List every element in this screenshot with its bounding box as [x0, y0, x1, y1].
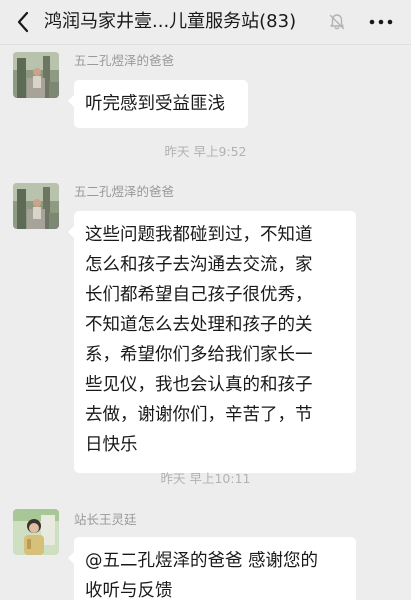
- more-options-button[interactable]: [362, 8, 400, 36]
- message-item: 站长王灵廷 @五二孔煜泽的爸爸 感谢您的 收听与反馈: [0, 509, 411, 600]
- message-bubble[interactable]: @五二孔煜泽的爸爸 感谢您的 收听与反馈: [68, 537, 356, 600]
- sender-name: 五二孔煜泽的爸爸: [74, 184, 175, 199]
- sender-name: 站长王灵廷: [74, 512, 137, 527]
- more-dots-icon: [369, 19, 393, 25]
- message-item: 五二孔煜泽的爸爸 听完感到受益匪浅: [0, 52, 411, 128]
- avatar-photo-outdoor: [13, 52, 59, 98]
- sender-name: 五二孔煜泽的爸爸: [74, 53, 175, 68]
- message-line: 日快乐: [85, 435, 138, 455]
- chat-title: 鸿润马家井壹...儿童服务站(83): [44, 11, 297, 32]
- message-line: 收听与反馈: [85, 581, 173, 600]
- message-line: 怎么和孩子去沟通去交流，家: [85, 255, 313, 275]
- message-item: 五二孔煜泽的爸爸 这些问题我都碰到过，不知道 怎么和孩子去沟通去交流，家 长们都…: [0, 183, 411, 473]
- message-line: 长们都希望自己孩子很优秀，: [85, 285, 313, 305]
- message-text: 听完感到受益匪浅: [85, 94, 225, 114]
- avatar-photo-outdoor: [13, 183, 59, 229]
- message-line: 这些问题我都碰到过，不知道: [85, 225, 313, 245]
- avatar[interactable]: [13, 509, 59, 555]
- avatar[interactable]: [13, 183, 59, 229]
- avatar[interactable]: [13, 52, 59, 98]
- message-bubble[interactable]: 听完感到受益匪浅: [68, 80, 248, 128]
- message-line: @五二孔煜泽的爸爸 感谢您的: [85, 551, 319, 571]
- chevron-left-icon: [17, 11, 29, 33]
- timestamp: 昨天 早上9:52: [164, 144, 247, 159]
- mute-bell-icon: [329, 14, 345, 30]
- avatar-photo-person: [13, 509, 59, 555]
- message-bubble[interactable]: 这些问题我都碰到过，不知道 怎么和孩子去沟通去交流，家 长们都希望自己孩子很优秀…: [68, 211, 356, 473]
- chat-screen: 鸿润马家井壹...儿童服务站(83) 五二孔煜泽的爸爸 听完感到受益匪浅 昨天 …: [0, 0, 411, 600]
- message-line: 不知道怎么去处理和孩子的关: [85, 315, 313, 335]
- message-line: 去做，谢谢你们，辛苦了，节: [85, 405, 313, 425]
- chat-header: 鸿润马家井壹...儿童服务站(83): [0, 0, 411, 45]
- back-button[interactable]: [8, 6, 38, 38]
- message-line: 系，希望你们多给我们家长一: [85, 345, 313, 365]
- timestamp: 昨天 早上10:11: [160, 471, 251, 486]
- message-line: 些见仪，我也会认真的和孩子: [85, 375, 313, 395]
